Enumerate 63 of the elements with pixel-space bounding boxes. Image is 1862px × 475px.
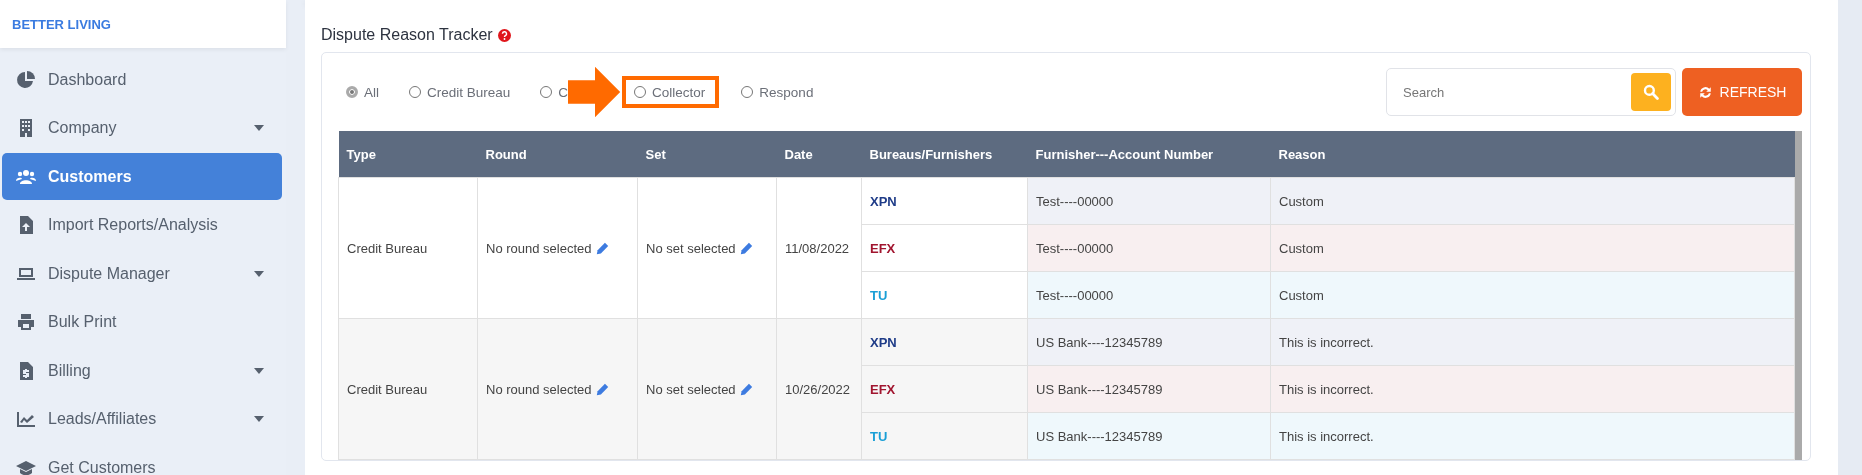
filter-radio[interactable]: All [338, 76, 387, 108]
filter-radio[interactable]: Respond [733, 76, 822, 108]
table-cell: US Bank----12345789 [1027, 318, 1271, 366]
pencil-icon[interactable] [595, 241, 609, 255]
table-cell: Credit Bureau [338, 177, 478, 319]
table-cell: XPN [861, 177, 1028, 225]
search-icon [1643, 84, 1659, 100]
scrollbar[interactable] [1795, 131, 1802, 460]
table-cell: Custom [1270, 177, 1795, 225]
table-cell: Test----00000 [1027, 224, 1271, 272]
table-cell: US Bank----12345789 [1027, 412, 1271, 460]
table-cell: 11/08/2022 [776, 177, 862, 319]
table-cell: No set selected [637, 318, 777, 460]
section-title: Dispute Reason Tracker [321, 26, 493, 44]
table-cell: This is incorrect. [1270, 318, 1795, 366]
line-chart-icon [16, 409, 36, 429]
brand-name[interactable]: BETTER LIVING [12, 16, 111, 32]
column-header: Bureaus/Furnishers [861, 131, 1028, 178]
column-header: Date [776, 131, 862, 178]
table-cell: Test----00000 [1027, 177, 1271, 225]
table-cell: US Bank----12345789 [1027, 365, 1271, 413]
search-field[interactable]: Search [1386, 68, 1676, 116]
sidebar-item[interactable]: Import Reports/Analysis [2, 201, 282, 249]
table-cell: EFX [861, 365, 1028, 413]
table-cell: Custom [1270, 271, 1795, 319]
sidebar-item[interactable]: Billing [2, 347, 282, 394]
column-header: Reason [1270, 131, 1795, 178]
table-cell: Test----00000 [1027, 271, 1271, 319]
sidebar-item[interactable]: Dashboard [2, 56, 282, 103]
filter-radio[interactable]: C [532, 76, 577, 108]
sidebar-item[interactable]: Get Customers [2, 444, 282, 475]
table-cell: XPN [861, 318, 1028, 366]
pointer-arrow-icon [568, 66, 623, 118]
pencil-icon[interactable] [739, 382, 753, 396]
sidebar-item[interactable]: Leads/Affiliates [2, 395, 282, 443]
help-icon[interactable] [497, 28, 511, 42]
column-header: Set [637, 131, 777, 178]
sidebar-item[interactable]: Dispute Manager [2, 250, 282, 297]
column-header: Round [477, 131, 638, 178]
table-cell: Custom [1270, 224, 1795, 272]
table-cell: TU [861, 412, 1028, 460]
table-cell: No set selected [637, 177, 777, 319]
table-cell: This is incorrect. [1270, 365, 1795, 413]
refresh-icon [1697, 84, 1713, 100]
filter-radio[interactable]: Collector [622, 76, 720, 108]
refresh-button[interactable]: REFRESH [1682, 68, 1802, 116]
table-cell: No round selected [477, 177, 638, 319]
sidebar-item[interactable]: Company [2, 104, 282, 152]
pie-chart-icon [16, 69, 36, 90]
table-cell: This is incorrect. [1270, 412, 1795, 460]
table-cell: TU [861, 271, 1028, 319]
table-cell: No round selected [477, 318, 638, 460]
pencil-icon[interactable] [595, 382, 609, 396]
sidebar-item[interactable]: Bulk Print [2, 298, 282, 346]
sidebar-item[interactable]: Customers [2, 153, 282, 200]
filter-radio[interactable]: Credit Bureau [401, 76, 519, 108]
table-cell: 10/26/2022 [776, 318, 862, 460]
printer-icon [16, 312, 36, 332]
pencil-icon[interactable] [739, 241, 753, 255]
table-cell: EFX [861, 224, 1028, 272]
column-header: Furnisher---Account Number [1027, 131, 1271, 178]
column-header: Type [338, 131, 478, 178]
table-cell: Credit Bureau [338, 318, 478, 460]
